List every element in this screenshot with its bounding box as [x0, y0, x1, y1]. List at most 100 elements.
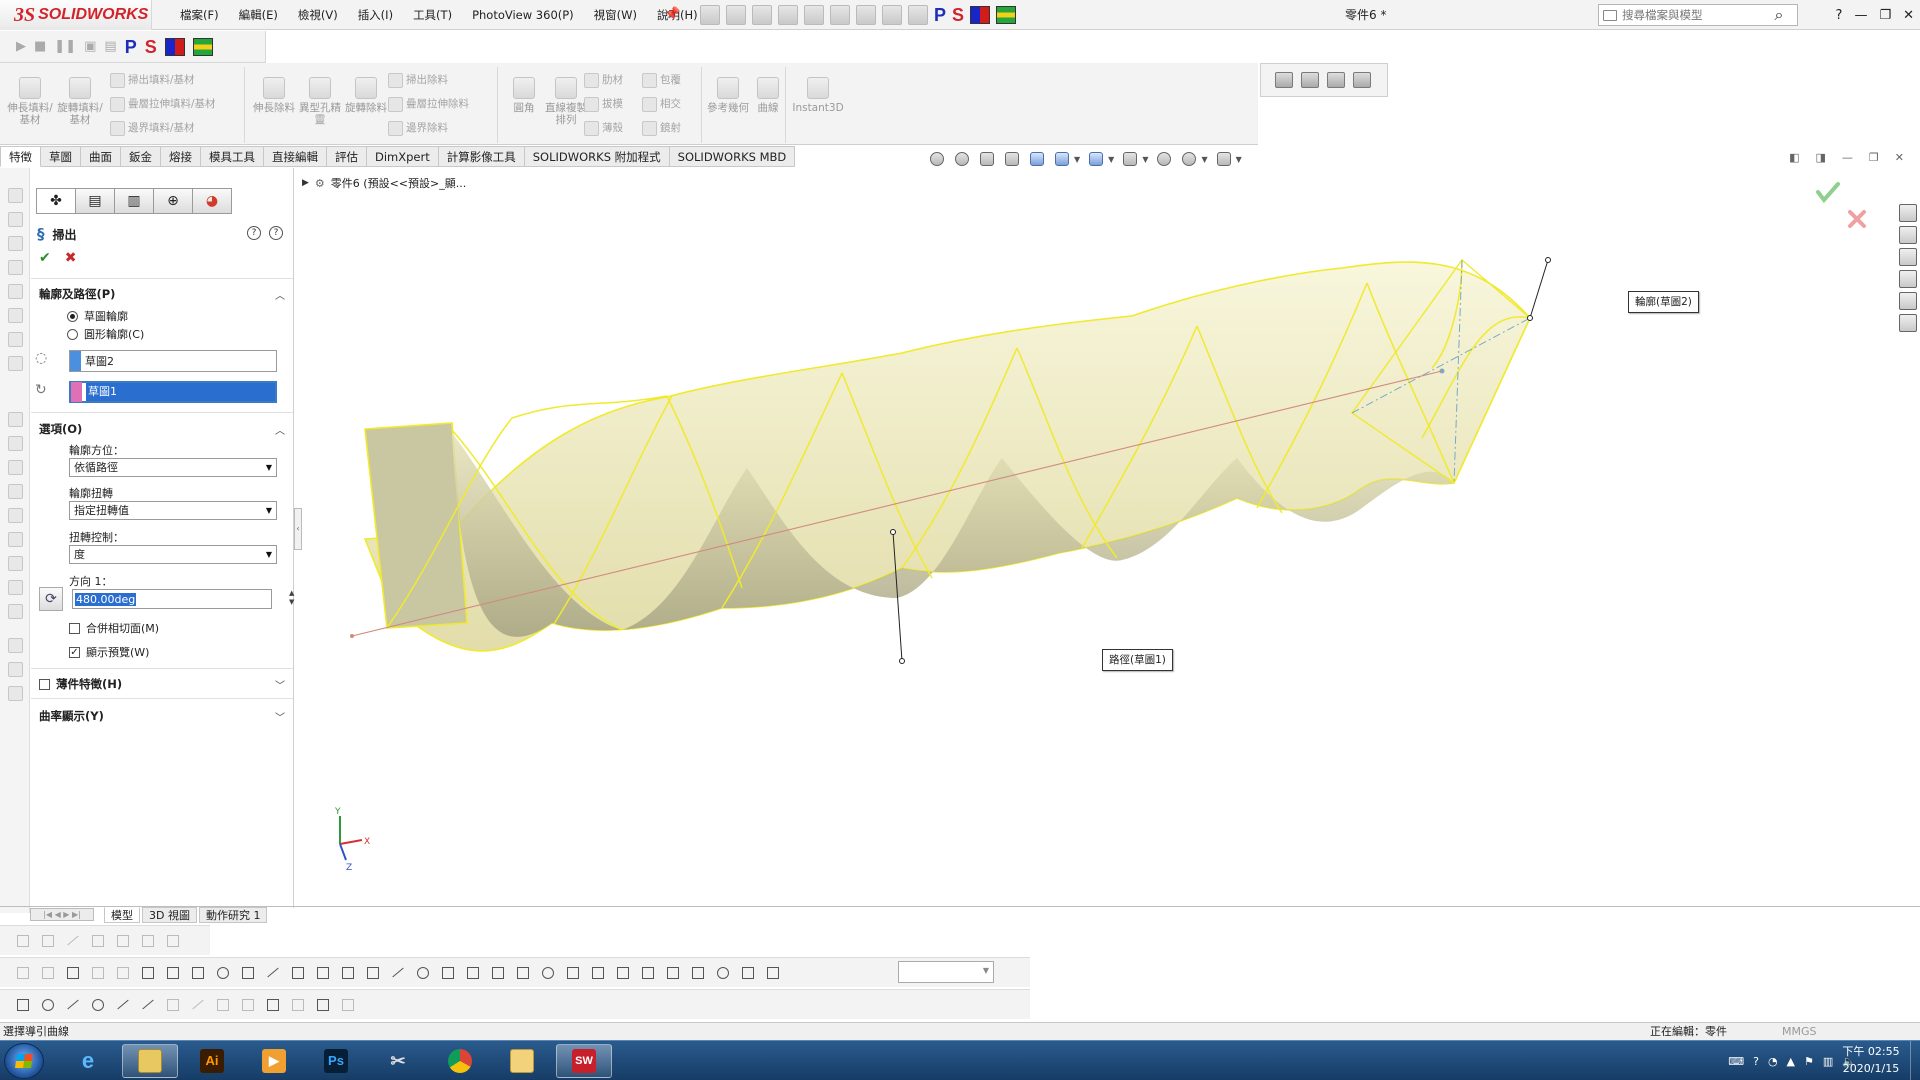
taskbar-snipping-tool[interactable]: ✂	[370, 1044, 426, 1078]
display-grid-icon[interactable]	[314, 996, 332, 1014]
addin-flag-blue-red-icon-2[interactable]	[164, 37, 185, 56]
appearances-icon[interactable]	[1899, 292, 1917, 310]
options-gear-icon[interactable]	[908, 5, 928, 25]
filter-dimensions-icon[interactable]	[439, 964, 457, 982]
viewport-minimize-icon[interactable]: —	[1842, 151, 1853, 164]
panel-collapse-handle[interactable]: ‹	[294, 508, 302, 550]
tab-weldments[interactable]: 熔接	[161, 146, 201, 167]
show-hidden-icons-icon[interactable]: ▲	[1787, 1055, 1795, 1068]
axis-icon[interactable]	[164, 932, 182, 950]
sweep-body[interactable]	[363, 258, 1531, 652]
clear-filters-icon[interactable]	[39, 964, 57, 982]
tab-features[interactable]: 特徵	[0, 146, 41, 167]
tab-property-manager[interactable]: ▤	[75, 188, 115, 214]
help-icon[interactable]: ?	[1836, 8, 1843, 23]
tab-model[interactable]: 模型	[104, 906, 140, 923]
keyboard-icon[interactable]: ⌨	[1728, 1055, 1744, 1068]
select-pointer-icon[interactable]	[830, 5, 850, 25]
tab-sheet-metal[interactable]: 鈑金	[121, 146, 161, 167]
select-all-filters-icon[interactable]	[64, 964, 82, 982]
feature-tool-icon-4[interactable]	[8, 484, 23, 499]
viewport-next-icon[interactable]: ◨	[1816, 151, 1826, 164]
selection-filter-combo[interactable]	[898, 961, 994, 983]
select-faded-icon[interactable]	[114, 964, 132, 982]
filter-faces-icon[interactable]	[189, 964, 207, 982]
construction-geometry-icon[interactable]	[264, 996, 282, 1014]
feature-tool-icon-7[interactable]	[8, 556, 23, 571]
addin-s-icon[interactable]: S	[952, 5, 964, 25]
filter-datum-icon[interactable]	[539, 964, 557, 982]
tab-surfaces[interactable]: 曲面	[81, 146, 121, 167]
sketch-tool-icon-6[interactable]	[8, 308, 23, 323]
tab-dimxpert-manager[interactable]: ⊕	[153, 188, 193, 214]
callout-path-sketch1[interactable]: 路徑(草圖1)	[1102, 649, 1173, 671]
view-settings-caret-icon[interactable]: ▼	[1236, 155, 1242, 164]
home-icon[interactable]	[1899, 204, 1917, 222]
cancel-button[interactable]: ✖	[65, 250, 77, 266]
feature-tool-icon-12[interactable]	[8, 686, 23, 701]
view-orientation-caret-icon[interactable]: ▼	[1074, 155, 1080, 164]
view-orientation-icon[interactable]	[1053, 150, 1071, 168]
tab-evaluate[interactable]: 評估	[327, 146, 367, 167]
feature-tool-icon-10[interactable]	[8, 638, 23, 653]
whats-wrong-icon[interactable]: ?	[247, 226, 261, 240]
revolved-boss-button[interactable]: 旋轉填料/基材	[56, 77, 104, 126]
offset-icon[interactable]	[189, 996, 207, 1014]
swept-cut-button[interactable]: 掃出除料	[386, 69, 448, 91]
lofted-cut-button[interactable]: 疊層拉伸除料	[386, 93, 469, 115]
smart-dimension-icon[interactable]	[14, 932, 32, 950]
tab-feature-manager[interactable]: ✤	[36, 188, 76, 214]
camera-icon[interactable]	[1275, 72, 1293, 88]
boundary-boss-button[interactable]: 邊界填料/基材	[108, 117, 195, 139]
profile-selection-box[interactable]: 草圖2	[69, 350, 277, 372]
previous-view-icon[interactable]	[978, 150, 996, 168]
new-macro-icon[interactable]: ▣	[84, 39, 96, 54]
hide-show-caret-icon[interactable]: ▼	[1142, 155, 1148, 164]
custom-properties-icon[interactable]	[1899, 314, 1917, 332]
feature-tool-icon-9[interactable]	[8, 604, 23, 619]
revolved-cut-button[interactable]: 旋轉除料	[342, 77, 390, 114]
viewport-close-icon[interactable]: ✕	[1895, 151, 1904, 164]
tab-direct-editing[interactable]: 直接編輯	[264, 146, 327, 167]
tab-motion-study[interactable]: 動作研究 1	[198, 906, 268, 923]
viewport-prev-icon[interactable]: ◧	[1789, 151, 1799, 164]
filter-axes-icon[interactable]	[264, 964, 282, 982]
filter-blocks-icon[interactable]	[739, 964, 757, 982]
display-style-icon[interactable]	[1087, 150, 1105, 168]
addin-flag-green-yellow-icon[interactable]	[996, 6, 1017, 24]
filter-mate-icon[interactable]	[714, 964, 732, 982]
sketch-tool-icon-8[interactable]	[8, 356, 23, 371]
fillet-button[interactable]: 圓角	[500, 77, 548, 114]
network-tray-icon[interactable]: ◔	[1768, 1055, 1778, 1068]
filter-notes-icon[interactable]	[514, 964, 532, 982]
tab-mold-tools[interactable]: 模具工具	[201, 146, 264, 167]
sketch-tool-icon-4[interactable]	[8, 260, 23, 275]
taskbar-chrome[interactable]	[432, 1044, 488, 1078]
rib-button[interactable]: 肋材	[582, 69, 623, 91]
section-options[interactable]: 選項(O) ︿	[39, 419, 285, 439]
angle-spinner[interactable]: ▲ ▼	[289, 589, 294, 607]
section-profile-path[interactable]: 輪廓及路徑(P) ︿	[39, 284, 285, 304]
search-icon[interactable]: ⌕	[1760, 4, 1798, 26]
orientation-select[interactable]: 依循路徑	[69, 458, 277, 477]
save-icon[interactable]	[752, 5, 772, 25]
draft-button[interactable]: 拔模	[582, 93, 623, 115]
clock[interactable]: 下午 02:55 2020/1/15	[1836, 1043, 1906, 1077]
solidworks-logo[interactable]: 3S SOLIDWORKS	[0, 0, 152, 30]
stop-macro-icon[interactable]: ■	[34, 39, 46, 54]
filter-cosmetic-thread-icon[interactable]	[614, 964, 632, 982]
hole-wizard-button[interactable]: 異型孔精靈	[296, 77, 344, 126]
curves-button[interactable]: 曲線	[744, 77, 792, 114]
fillet-sketch-icon[interactable]	[164, 996, 182, 1014]
confirm-cancel-icon[interactable]	[1848, 210, 1866, 228]
taskbar-photoshop[interactable]: Ps	[308, 1044, 364, 1078]
feature-tool-icon-5[interactable]	[8, 508, 23, 523]
filter-toggle-icon[interactable]	[14, 964, 32, 982]
expand-arrow-icon[interactable]: ▶	[302, 178, 309, 188]
print-icon[interactable]	[778, 5, 798, 25]
restore-icon[interactable]: ❐	[1879, 8, 1891, 23]
boundary-cut-button[interactable]: 邊界除料	[386, 117, 448, 139]
feature-tool-icon-1[interactable]	[8, 412, 23, 427]
filter-solids-icon[interactable]	[239, 964, 257, 982]
start-button[interactable]	[4, 1043, 44, 1079]
